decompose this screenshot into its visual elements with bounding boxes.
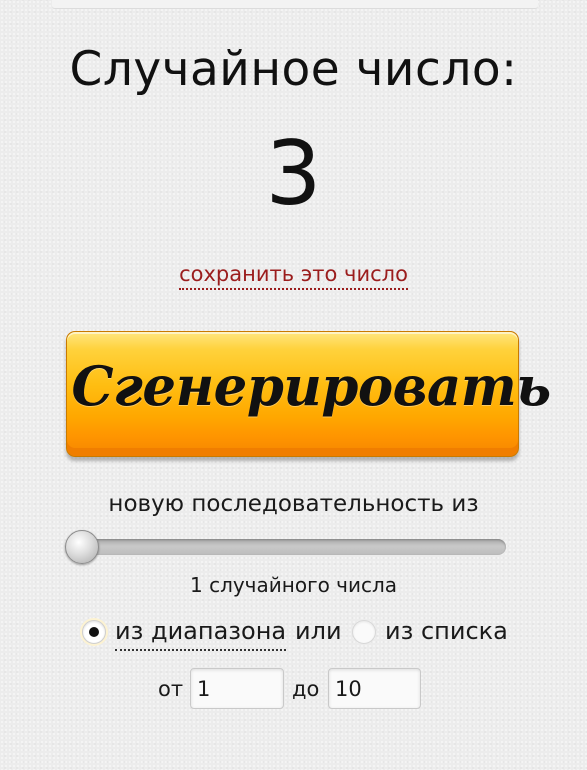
top-panel-edge — [52, 0, 538, 9]
to-input[interactable] — [328, 668, 421, 709]
generate-button[interactable]: Сгенерировать — [66, 331, 552, 457]
count-slider-thumb[interactable] — [65, 530, 99, 564]
save-link-container: сохранить это число — [0, 262, 587, 290]
or-text: или — [295, 617, 342, 645]
save-number-link[interactable]: сохранить это число — [179, 262, 408, 290]
range-radio[interactable] — [82, 620, 106, 644]
count-slider-track[interactable] — [66, 539, 506, 555]
random-number-display: 3 — [265, 122, 322, 225]
range-option-label[interactable]: из диапазона — [115, 617, 287, 651]
radio-selected-dot — [89, 627, 99, 637]
from-label: от — [158, 677, 184, 701]
list-radio[interactable] — [352, 620, 376, 644]
from-input[interactable] — [190, 668, 284, 709]
count-label: 1 случайного числа — [189, 573, 398, 597]
page-title: Случайное число: — [69, 42, 518, 97]
to-label: до — [292, 677, 320, 701]
list-option-label[interactable]: из списка — [385, 617, 508, 645]
generate-button-label: Сгенерировать — [71, 354, 552, 418]
sequence-description: новую последовательность из — [108, 491, 479, 517]
